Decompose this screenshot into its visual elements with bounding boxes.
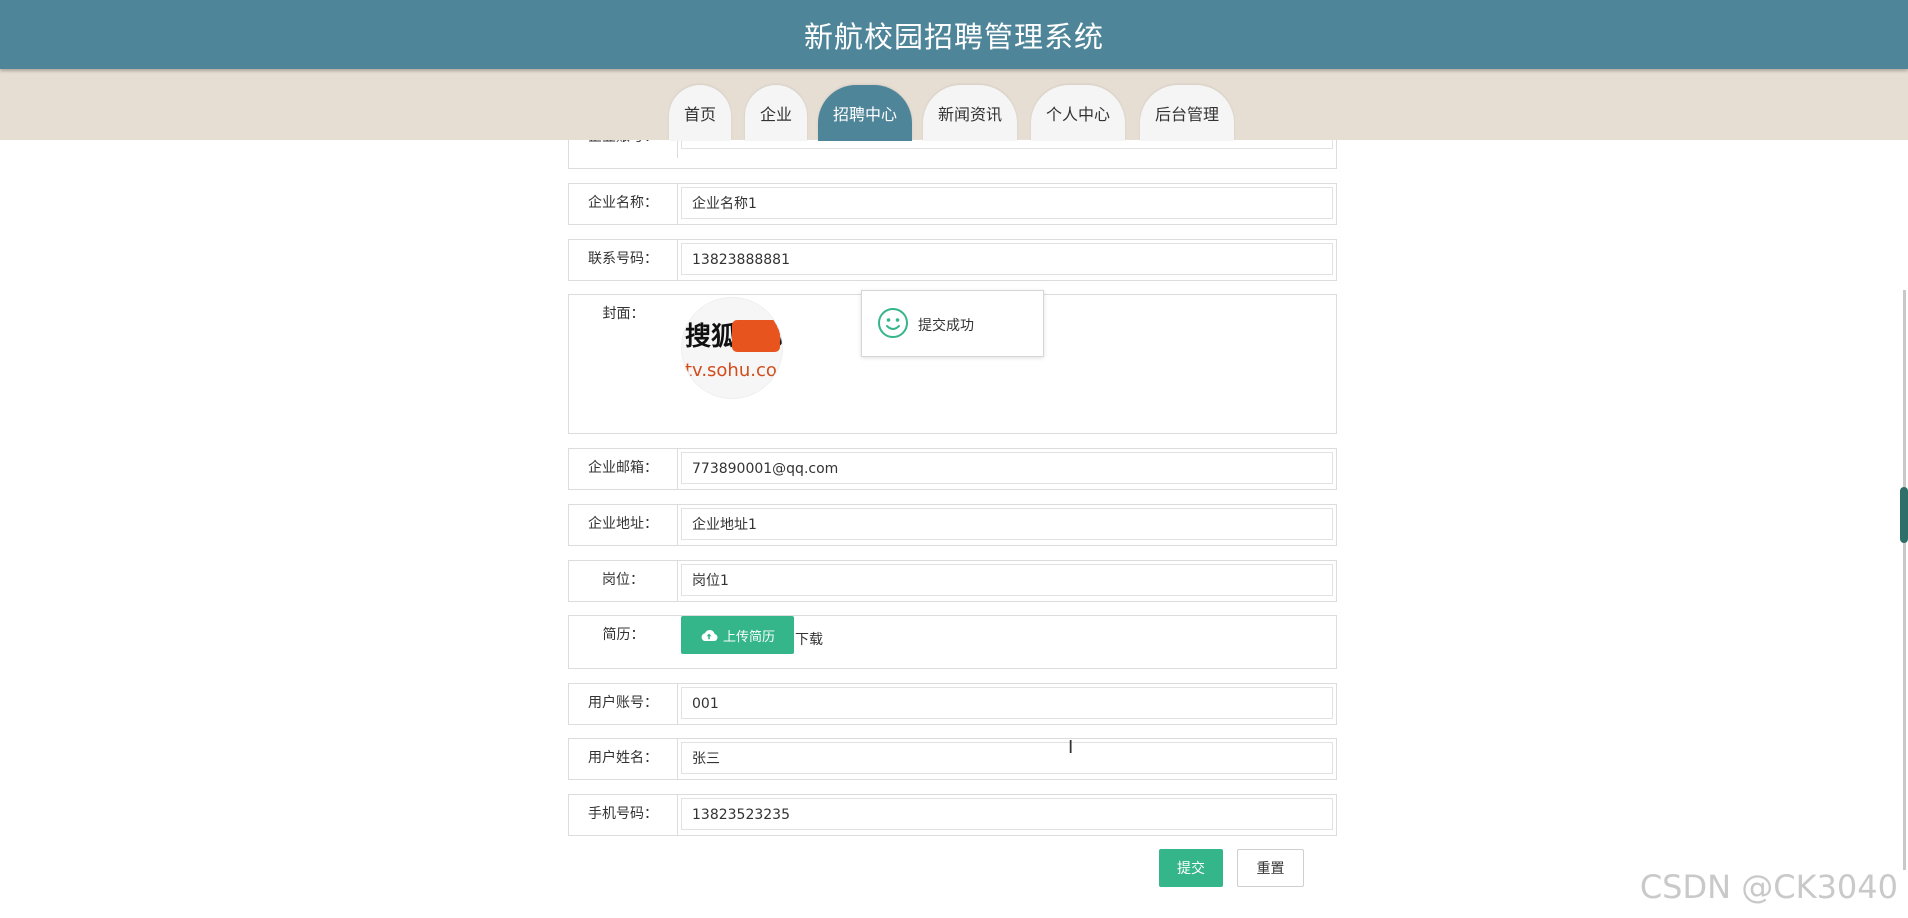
smile-icon [878, 308, 908, 338]
company-email-field[interactable]: 773890001@qq.com [681, 452, 1333, 484]
nav-item-home[interactable]: 首页 [669, 85, 731, 141]
nav-item-news[interactable]: 新闻资讯 [923, 85, 1017, 141]
row-company-email: 企业邮箱： 773890001@qq.com [568, 448, 1337, 490]
mobile-field[interactable]: 13823523235 [681, 798, 1333, 830]
row-contact-phone: 联系号码： 13823888881 [568, 239, 1337, 281]
resume-label: 简历： [602, 627, 645, 643]
reset-button[interactable]: 重置 [1237, 849, 1304, 887]
user-name-label: 用户姓名： [569, 739, 678, 779]
user-account-label: 用户账号： [569, 684, 678, 724]
submit-button[interactable]: 提交 [1159, 849, 1223, 887]
row-user-account: 用户账号： 001 [568, 683, 1337, 725]
user-account-field[interactable]: 001 [681, 687, 1333, 719]
nav-item-company[interactable]: 企业 [745, 85, 807, 141]
cover-image[interactable]: 搜狐视频 tv.sohu.com [681, 297, 783, 399]
download-link[interactable]: 下载 [795, 629, 823, 649]
cover-label: 封面： [602, 306, 645, 322]
app-header: 新航校园招聘管理系统 [0, 0, 1908, 69]
nav-item-admin[interactable]: 后台管理 [1140, 85, 1234, 141]
row-company-name: 企业名称： 企业名称1 [568, 183, 1337, 225]
app-title: 新航校园招聘管理系统 [803, 19, 1104, 54]
nav-item-recruitment[interactable]: 招聘中心 [818, 85, 912, 141]
nav-item-profile[interactable]: 个人中心 [1031, 85, 1125, 141]
cloud-upload-icon [701, 629, 718, 641]
toast-message: 提交成功 [918, 318, 974, 334]
scrollbar-thumb[interactable] [1900, 487, 1908, 543]
row-position: 岗位： 岗位1 [568, 560, 1337, 602]
contact-phone-label: 联系号码： [569, 240, 678, 280]
company-name-field[interactable]: 企业名称1 [681, 187, 1333, 219]
upload-resume-button[interactable]: 上传简历 [681, 616, 794, 654]
success-toast: 提交成功 [861, 290, 1044, 357]
row-mobile: 手机号码： 13823523235 [568, 794, 1337, 836]
row-resume: 简历： 上传简历 下载 [568, 615, 1337, 669]
upload-resume-label: 上传简历 [722, 629, 775, 645]
company-address-label: 企业地址： [569, 505, 678, 545]
cover-text-bottom: tv.sohu.com [685, 360, 782, 381]
mobile-label: 手机号码： [569, 795, 678, 835]
text-cursor-icon: I [1068, 737, 1074, 758]
company-email-label: 企业邮箱： [569, 449, 678, 489]
main-nav: 首页 企业 招聘中心 新闻资讯 个人中心 后台管理 [0, 85, 1908, 141]
position-label: 岗位： [569, 561, 678, 601]
watermark: CSDN @CK3040 [1639, 868, 1898, 906]
contact-phone-field[interactable]: 13823888881 [681, 243, 1333, 275]
company-address-field[interactable]: 企业地址1 [681, 508, 1333, 540]
user-name-field[interactable]: 张三 [681, 742, 1333, 774]
company-name-label: 企业名称： [569, 184, 678, 224]
position-field[interactable]: 岗位1 [681, 564, 1333, 596]
row-user-name: 用户姓名： 张三 [568, 738, 1337, 780]
row-company-address: 企业地址： 企业地址1 [568, 504, 1337, 546]
scrollbar-track [1903, 290, 1906, 870]
